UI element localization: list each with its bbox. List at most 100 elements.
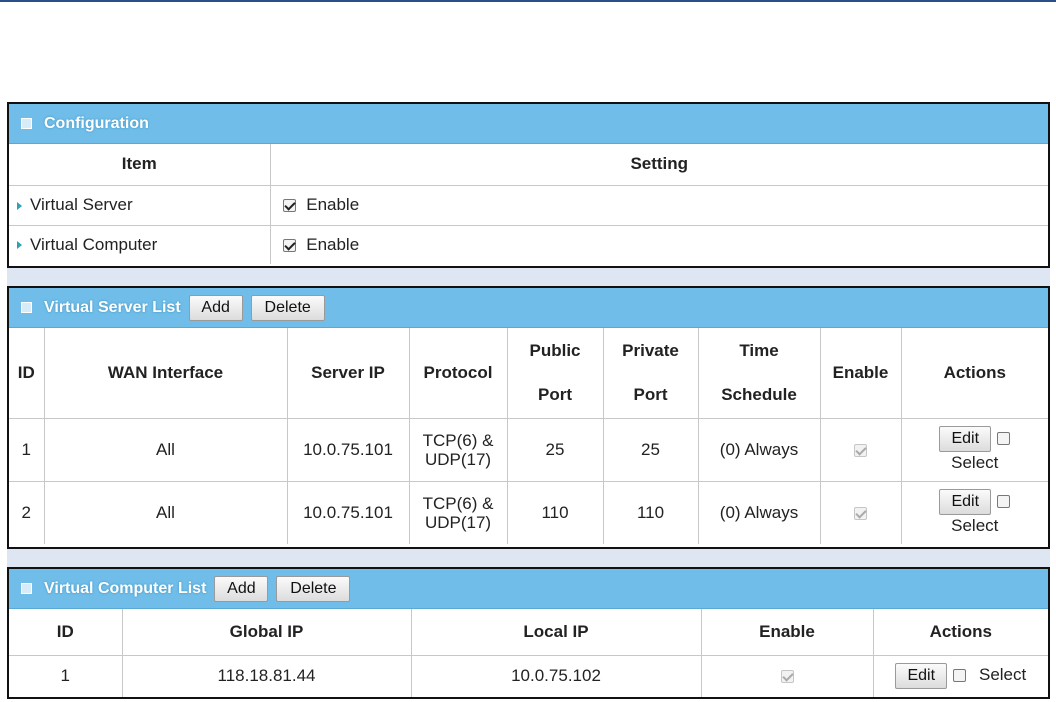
- cell-protocol: TCP(6) & UDP(17): [408, 417, 508, 482]
- virtual-server-table: ID WAN Interface Server IP Protocol Publ…: [9, 328, 1048, 544]
- virtual-computer-list-panel: Virtual Computer List Add Delete ID Glob…: [7, 567, 1050, 699]
- config-row-virtual-computer: Virtual Computer: [9, 224, 271, 264]
- actions-top: Edit: [902, 488, 1049, 515]
- select-label: Select: [951, 515, 999, 535]
- top-divider-line: [0, 0, 1056, 2]
- row-enable-checkbox: [780, 670, 794, 684]
- configuration-panel: Configuration Item Setting Virtual Serve…: [7, 102, 1050, 268]
- cell-enable: [819, 480, 902, 544]
- header-line: Schedule: [721, 384, 797, 404]
- cell-schedule: (0) Always: [697, 480, 821, 544]
- delete-server-button[interactable]: Delete: [250, 294, 325, 321]
- delete-computer-button[interactable]: Delete: [276, 575, 351, 602]
- cell-id: 1: [9, 654, 123, 697]
- column-header-global-ip: Global IP: [121, 609, 412, 656]
- header-line: Time: [739, 340, 779, 360]
- column-header-enable: Enable: [819, 328, 902, 419]
- enable-label: Enable: [306, 195, 360, 214]
- virtual-computer-list-header: Virtual Computer List Add Delete: [9, 569, 1048, 609]
- panel-separator: [7, 549, 1050, 567]
- configuration-header: Configuration: [9, 104, 1048, 144]
- column-header-setting: Setting: [269, 144, 1048, 186]
- protocol-line: TCP(6) &: [422, 493, 494, 513]
- section-bullet-icon: [21, 118, 32, 129]
- virtual-computer-table: ID Global IP Local IP Enable Actions 1 1…: [9, 609, 1048, 697]
- cell-public-port: 25: [506, 417, 604, 482]
- item-label: Virtual Server: [30, 195, 133, 214]
- select-checkbox[interactable]: [953, 669, 967, 683]
- enable-label: Enable: [306, 234, 360, 254]
- column-header-enable: Enable: [700, 609, 874, 656]
- cell-id: 1: [9, 417, 45, 482]
- column-header-protocol: Protocol: [408, 328, 508, 419]
- header-line: Port: [633, 384, 668, 404]
- table-row: 2 All 10.0.75.101 TCP(6) & UDP(17) 110 1…: [9, 480, 1049, 544]
- protocol-line: TCP(6) &: [422, 430, 494, 450]
- cell-schedule: (0) Always: [697, 417, 821, 482]
- table-row: 1 All 10.0.75.101 TCP(6) & UDP(17) 25 25…: [9, 417, 1049, 482]
- virtual-computer-enable-checkbox[interactable]: [282, 238, 296, 252]
- section-bullet-icon: [21, 302, 32, 313]
- cell-wan: All: [43, 417, 288, 482]
- header-line: Port: [538, 384, 572, 404]
- cell-global-ip: 118.18.81.44: [121, 654, 412, 697]
- cell-id: 2: [9, 480, 45, 544]
- configuration-title: Configuration: [44, 114, 149, 132]
- select-label: Select: [951, 452, 999, 472]
- triangle-bullet-icon: [17, 201, 22, 210]
- column-header-actions: Actions: [872, 609, 1048, 656]
- cell-private-port: 110: [602, 480, 699, 544]
- configuration-table: Item Setting Virtual Server Enable Virtu…: [9, 144, 1048, 264]
- cell-server-ip: 10.0.75.101: [286, 417, 410, 482]
- virtual-server-list-panel: Virtual Server List Add Delete ID WAN In…: [7, 286, 1050, 549]
- select-checkbox[interactable]: [997, 494, 1011, 508]
- cell-actions: Edit Select: [872, 654, 1048, 697]
- column-header-local-ip: Local IP: [410, 609, 702, 656]
- column-header-item: Item: [9, 144, 271, 186]
- cell-enable: [819, 417, 902, 482]
- column-header-wan-interface: WAN Interface: [43, 328, 288, 419]
- select-checkbox[interactable]: [997, 431, 1011, 445]
- column-header-time-schedule: Time Schedule: [697, 328, 821, 419]
- add-server-button[interactable]: Add: [188, 294, 243, 321]
- edit-button[interactable]: Edit: [895, 663, 948, 690]
- cell-server-ip: 10.0.75.101: [286, 480, 410, 544]
- cell-enable: [700, 654, 874, 697]
- setting-cell: Enable: [269, 184, 1048, 226]
- row-enable-checkbox: [854, 506, 867, 520]
- header-line: Public: [529, 340, 581, 360]
- header-line: Private: [622, 340, 679, 360]
- cell-local-ip: 10.0.75.102: [410, 654, 702, 697]
- cell-protocol: TCP(6) & UDP(17): [408, 480, 508, 544]
- select-label: Select: [978, 665, 1027, 685]
- column-header-server-ip: Server IP: [286, 328, 410, 419]
- section-bullet-icon: [21, 583, 32, 594]
- actions-top: Edit: [902, 425, 1049, 452]
- cell-actions: Edit Select: [900, 417, 1049, 482]
- config-row-virtual-server: Virtual Server: [9, 184, 271, 226]
- cell-public-port: 110: [506, 480, 604, 544]
- column-header-public-port: Public Port: [506, 328, 604, 419]
- column-header-private-port: Private Port: [602, 328, 699, 419]
- panel-separator: [7, 268, 1050, 286]
- edit-button[interactable]: Edit: [939, 425, 992, 452]
- column-header-actions: Actions: [900, 328, 1048, 419]
- row-enable-checkbox: [854, 443, 867, 457]
- virtual-server-list-header: Virtual Server List Add Delete: [9, 288, 1048, 328]
- column-header-id: ID: [9, 328, 45, 419]
- edit-button[interactable]: Edit: [939, 488, 992, 515]
- protocol-line: UDP(17): [424, 512, 492, 532]
- setting-cell: Enable: [269, 224, 1048, 264]
- cell-actions: Edit Select: [900, 480, 1049, 544]
- item-label: Virtual Computer: [30, 234, 158, 254]
- virtual-server-list-title: Virtual Server List: [44, 298, 181, 316]
- virtual-server-enable-checkbox[interactable]: [282, 199, 296, 213]
- virtual-computer-list-title: Virtual Computer List: [44, 579, 207, 597]
- protocol-line: UDP(17): [424, 449, 492, 469]
- column-header-id: ID: [9, 609, 123, 656]
- add-computer-button[interactable]: Add: [214, 575, 269, 602]
- table-row: 1 118.18.81.44 10.0.75.102 Edit Select: [9, 654, 1048, 697]
- cell-private-port: 25: [602, 417, 699, 482]
- cell-wan: All: [43, 480, 288, 544]
- triangle-bullet-icon: [17, 241, 22, 250]
